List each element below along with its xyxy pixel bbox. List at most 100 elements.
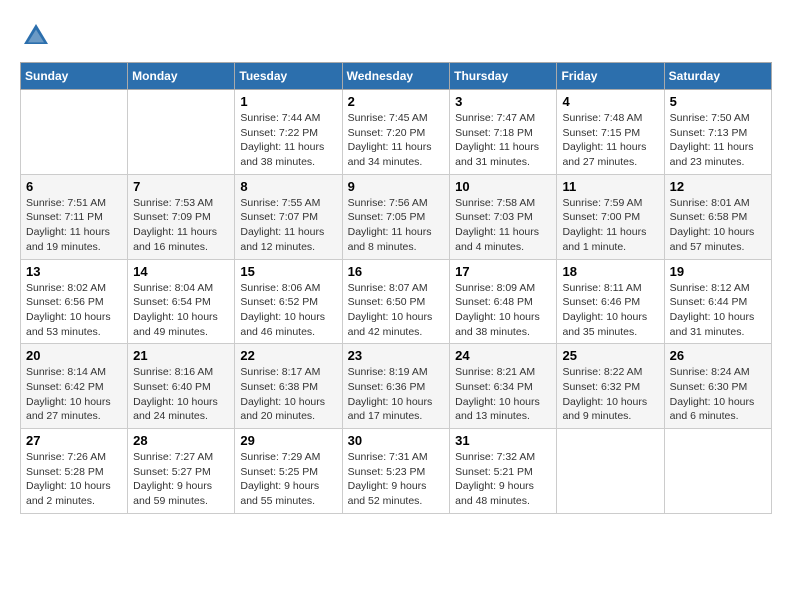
weekday-header-row: SundayMondayTuesdayWednesdayThursdayFrid…	[21, 63, 772, 90]
calendar-cell	[21, 90, 128, 175]
day-number: 22	[240, 348, 336, 363]
day-info: Sunrise: 8:09 AM Sunset: 6:48 PM Dayligh…	[455, 281, 551, 340]
day-info: Sunrise: 8:01 AM Sunset: 6:58 PM Dayligh…	[670, 196, 766, 255]
calendar-cell: 11Sunrise: 7:59 AM Sunset: 7:00 PM Dayli…	[557, 174, 664, 259]
calendar-cell: 29 Sunrise: 7:29 AM Sunset: 5:25 PM Dayli…	[235, 429, 342, 514]
calendar-cell: 20 Sunrise: 8:14 AM Sunset: 6:42 PM Dayli…	[21, 344, 128, 429]
weekday-header-sunday: Sunday	[21, 63, 128, 90]
day-info: Sunrise: 7:58 AM Sunset: 7:03 PM Dayligh…	[455, 196, 551, 255]
day-number: 7	[133, 179, 229, 194]
calendar-cell	[557, 429, 664, 514]
day-info: Sunrise: 7:26 AM Sunset: 5:28 PM Dayligh…	[26, 450, 122, 509]
calendar-cell: 5 Sunrise: 7:50 AM Sunset: 7:13 PM Daylig…	[664, 90, 771, 175]
day-number: 14	[133, 264, 229, 279]
calendar-cell: 9 Sunrise: 7:56 AM Sunset: 7:05 PM Daylig…	[342, 174, 450, 259]
weekday-header-saturday: Saturday	[664, 63, 771, 90]
day-number: 20	[26, 348, 122, 363]
day-number: 26	[670, 348, 766, 363]
day-info: Sunrise: 7:53 AM Sunset: 7:09 PM Dayligh…	[133, 196, 229, 255]
day-info: Sunrise: 8:11 AM Sunset: 6:46 PM Dayligh…	[562, 281, 658, 340]
day-info: Sunrise: 7:27 AM Sunset: 5:27 PM Dayligh…	[133, 450, 229, 509]
day-info: Sunrise: 7:32 AM Sunset: 5:21 PM Dayligh…	[455, 450, 551, 509]
calendar-cell: 13 Sunrise: 8:02 AM Sunset: 6:56 PM Dayli…	[21, 259, 128, 344]
calendar-cell: 19 Sunrise: 8:12 AM Sunset: 6:44 PM Dayli…	[664, 259, 771, 344]
day-info: Sunrise: 7:56 AM Sunset: 7:05 PM Dayligh…	[348, 196, 445, 255]
day-info: Sunrise: 8:06 AM Sunset: 6:52 PM Dayligh…	[240, 281, 336, 340]
calendar-cell: 7 Sunrise: 7:53 AM Sunset: 7:09 PM Daylig…	[128, 174, 235, 259]
calendar-cell: 26 Sunrise: 8:24 AM Sunset: 6:30 PM Dayli…	[664, 344, 771, 429]
calendar-table: SundayMondayTuesdayWednesdayThursdayFrid…	[20, 62, 772, 514]
day-info: Sunrise: 8:24 AM Sunset: 6:30 PM Dayligh…	[670, 365, 766, 424]
calendar-cell: 18Sunrise: 8:11 AM Sunset: 6:46 PM Dayli…	[557, 259, 664, 344]
calendar-week-3: 13 Sunrise: 8:02 AM Sunset: 6:56 PM Dayli…	[21, 259, 772, 344]
day-number: 6	[26, 179, 122, 194]
day-number: 5	[670, 94, 766, 109]
calendar-cell: 28 Sunrise: 7:27 AM Sunset: 5:27 PM Dayli…	[128, 429, 235, 514]
day-info: Sunrise: 8:04 AM Sunset: 6:54 PM Dayligh…	[133, 281, 229, 340]
day-number: 8	[240, 179, 336, 194]
day-info: Sunrise: 7:45 AM Sunset: 7:20 PM Dayligh…	[348, 111, 445, 170]
day-number: 2	[348, 94, 445, 109]
day-number: 1	[240, 94, 336, 109]
calendar-cell: 22 Sunrise: 8:17 AM Sunset: 6:38 PM Dayli…	[235, 344, 342, 429]
day-info: Sunrise: 8:17 AM Sunset: 6:38 PM Dayligh…	[240, 365, 336, 424]
calendar-cell: 16Sunrise: 8:07 AM Sunset: 6:50 PM Dayli…	[342, 259, 450, 344]
calendar-cell: 24 Sunrise: 8:21 AM Sunset: 6:34 PM Dayli…	[450, 344, 557, 429]
calendar-cell: 15 Sunrise: 8:06 AM Sunset: 6:52 PM Dayli…	[235, 259, 342, 344]
day-info: Sunrise: 8:14 AM Sunset: 6:42 PM Dayligh…	[26, 365, 122, 424]
day-info: Sunrise: 7:31 AM Sunset: 5:23 PM Dayligh…	[348, 450, 445, 509]
day-number: 30	[348, 433, 445, 448]
calendar-cell	[128, 90, 235, 175]
calendar-cell	[664, 429, 771, 514]
calendar-week-5: 27 Sunrise: 7:26 AM Sunset: 5:28 PM Dayli…	[21, 429, 772, 514]
weekday-header-thursday: Thursday	[450, 63, 557, 90]
calendar-cell: 21 Sunrise: 8:16 AM Sunset: 6:40 PM Dayli…	[128, 344, 235, 429]
day-number: 3	[455, 94, 551, 109]
calendar-cell: 31 Sunrise: 7:32 AM Sunset: 5:21 PM Dayli…	[450, 429, 557, 514]
day-number: 24	[455, 348, 551, 363]
day-number: 25	[562, 348, 658, 363]
weekday-header-wednesday: Wednesday	[342, 63, 450, 90]
day-info: Sunrise: 7:47 AM Sunset: 7:18 PM Dayligh…	[455, 111, 551, 170]
calendar-cell: 1Sunrise: 7:44 AM Sunset: 7:22 PM Daylig…	[235, 90, 342, 175]
day-number: 27	[26, 433, 122, 448]
day-info: Sunrise: 8:19 AM Sunset: 6:36 PM Dayligh…	[348, 365, 445, 424]
day-number: 9	[348, 179, 445, 194]
calendar-cell: 25 Sunrise: 8:22 AM Sunset: 6:32 PM Dayli…	[557, 344, 664, 429]
day-info: Sunrise: 7:48 AM Sunset: 7:15 PM Dayligh…	[562, 111, 658, 170]
day-number: 19	[670, 264, 766, 279]
calendar-cell: 12Sunrise: 8:01 AM Sunset: 6:58 PM Dayli…	[664, 174, 771, 259]
day-info: Sunrise: 7:50 AM Sunset: 7:13 PM Dayligh…	[670, 111, 766, 170]
day-number: 17	[455, 264, 551, 279]
day-number: 16	[348, 264, 445, 279]
calendar-week-1: 1Sunrise: 7:44 AM Sunset: 7:22 PM Daylig…	[21, 90, 772, 175]
day-info: Sunrise: 8:16 AM Sunset: 6:40 PM Dayligh…	[133, 365, 229, 424]
day-number: 13	[26, 264, 122, 279]
day-info: Sunrise: 7:29 AM Sunset: 5:25 PM Dayligh…	[240, 450, 336, 509]
day-number: 15	[240, 264, 336, 279]
calendar-cell: 2 Sunrise: 7:45 AM Sunset: 7:20 PM Daylig…	[342, 90, 450, 175]
day-number: 31	[455, 433, 551, 448]
calendar-week-4: 20 Sunrise: 8:14 AM Sunset: 6:42 PM Dayli…	[21, 344, 772, 429]
logo	[20, 20, 56, 52]
calendar-cell: 30 Sunrise: 7:31 AM Sunset: 5:23 PM Dayli…	[342, 429, 450, 514]
page-header	[20, 20, 772, 52]
weekday-header-tuesday: Tuesday	[235, 63, 342, 90]
logo-icon	[20, 20, 52, 52]
calendar-cell: 8Sunrise: 7:55 AM Sunset: 7:07 PM Daylig…	[235, 174, 342, 259]
day-info: Sunrise: 8:21 AM Sunset: 6:34 PM Dayligh…	[455, 365, 551, 424]
day-number: 10	[455, 179, 551, 194]
weekday-header-friday: Friday	[557, 63, 664, 90]
day-number: 4	[562, 94, 658, 109]
day-number: 21	[133, 348, 229, 363]
day-number: 28	[133, 433, 229, 448]
calendar-cell: 27 Sunrise: 7:26 AM Sunset: 5:28 PM Dayli…	[21, 429, 128, 514]
day-info: Sunrise: 8:02 AM Sunset: 6:56 PM Dayligh…	[26, 281, 122, 340]
day-number: 29	[240, 433, 336, 448]
calendar-cell: 10 Sunrise: 7:58 AM Sunset: 7:03 PM Dayli…	[450, 174, 557, 259]
day-info: Sunrise: 8:22 AM Sunset: 6:32 PM Dayligh…	[562, 365, 658, 424]
day-number: 11	[562, 179, 658, 194]
calendar-cell: 17 Sunrise: 8:09 AM Sunset: 6:48 PM Dayli…	[450, 259, 557, 344]
day-info: Sunrise: 8:12 AM Sunset: 6:44 PM Dayligh…	[670, 281, 766, 340]
weekday-header-monday: Monday	[128, 63, 235, 90]
